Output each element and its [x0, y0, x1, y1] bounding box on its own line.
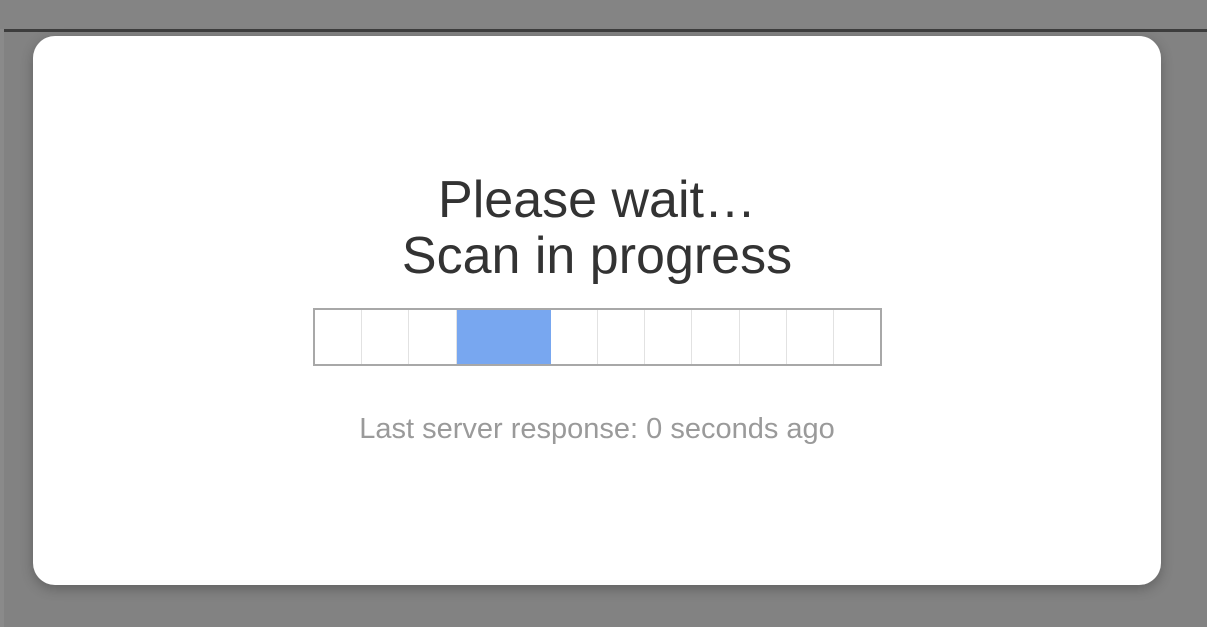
progress-segment: [456, 310, 504, 364]
dialog-title-line2: Scan in progress: [401, 227, 793, 285]
progress-segment: [503, 310, 551, 364]
progress-segment: [786, 310, 834, 364]
last-server-response-text: Last server response: 0 seconds ago: [359, 413, 835, 445]
progress-segment: [550, 310, 599, 364]
progress-segment: [692, 310, 740, 364]
scan-progress-bar: [313, 308, 882, 366]
window-top-bar: [0, 0, 1207, 29]
dialog-title-line1: Please wait…: [438, 171, 756, 229]
progress-segment: [645, 310, 693, 364]
progress-segment: [362, 310, 410, 364]
progress-segment: [315, 310, 363, 364]
window-top-divider: [4, 29, 1207, 32]
scan-progress-dialog: Please wait… Scan in progress Last serve…: [33, 36, 1161, 585]
progress-segment: [833, 310, 881, 364]
progress-segment: [739, 310, 787, 364]
progress-segment: [598, 310, 646, 364]
window-left-edge: [0, 0, 4, 627]
progress-segment: [409, 310, 457, 364]
